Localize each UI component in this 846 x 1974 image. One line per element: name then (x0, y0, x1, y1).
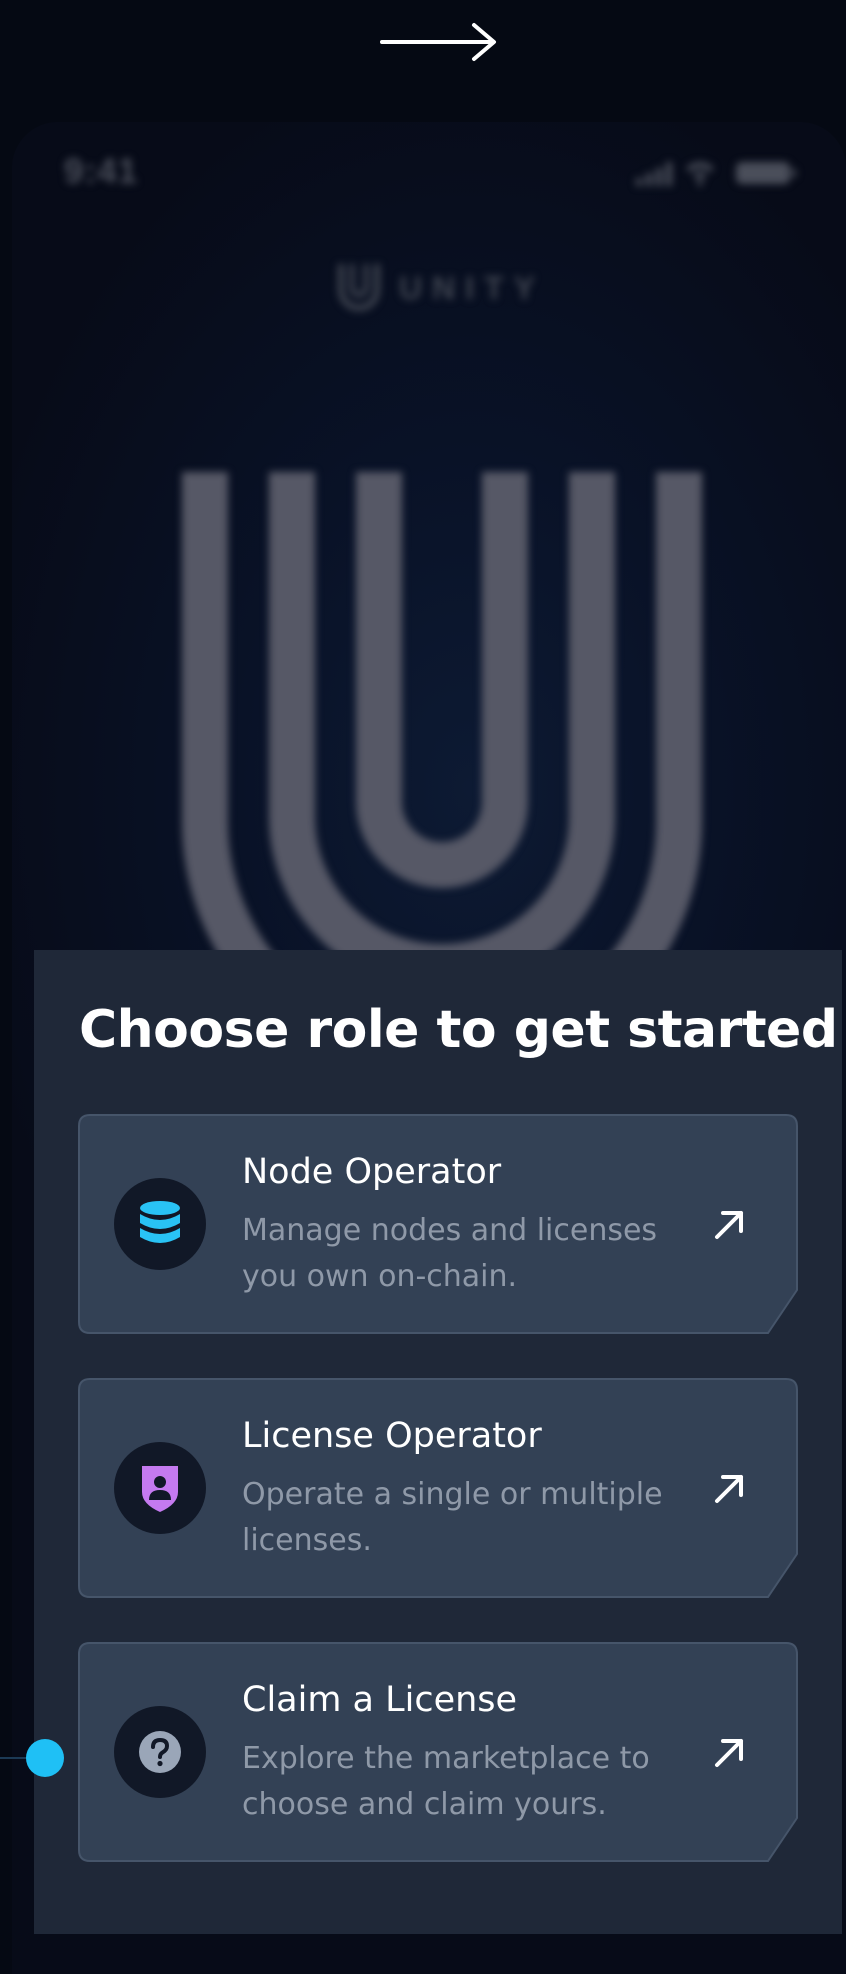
shield-user-icon (142, 1466, 178, 1512)
card-icon-circle (114, 1178, 206, 1270)
license-operator-card[interactable]: License Operator Operate a single or mul… (78, 1378, 798, 1598)
card-description: Operate a single or multiple licenses. (242, 1477, 663, 1558)
question-icon (139, 1731, 181, 1773)
arrow-up-right-icon (715, 1211, 743, 1239)
card-icon-circle (114, 1706, 206, 1798)
connector-dot (26, 1739, 64, 1777)
cellular-signal-icon (636, 162, 672, 186)
battery-icon (736, 162, 796, 184)
card-title: Claim a License (242, 1680, 518, 1720)
status-time: 9:41 (64, 152, 139, 191)
card-title: License Operator (242, 1416, 542, 1456)
card-description: Explore the marketplace to choose and cl… (242, 1741, 650, 1822)
wifi-icon (686, 162, 714, 186)
card-icon-circle (114, 1442, 206, 1534)
sheet-title: Choose role to get started (79, 1000, 838, 1060)
database-icon (140, 1201, 180, 1243)
arrow-up-right-icon (715, 1475, 743, 1503)
connector-line (0, 1757, 28, 1759)
node-operator-card[interactable]: Node Operator Manage nodes and licenses … (78, 1114, 798, 1334)
unity-logo-icon (338, 264, 380, 311)
card-description: Manage nodes and licenses you own on-cha… (242, 1213, 658, 1294)
right-arrow-icon[interactable] (378, 20, 500, 64)
role-selection-sheet: Choose role to get started Node Operator… (34, 950, 842, 1934)
brand-name: UNITY (399, 269, 545, 306)
card-title: Node Operator (242, 1152, 502, 1192)
status-icons (636, 162, 796, 186)
brand: UNITY (337, 262, 545, 314)
arrow-up-right-icon (715, 1739, 743, 1767)
claim-license-card[interactable]: Claim a License Explore the marketplace … (78, 1642, 798, 1862)
